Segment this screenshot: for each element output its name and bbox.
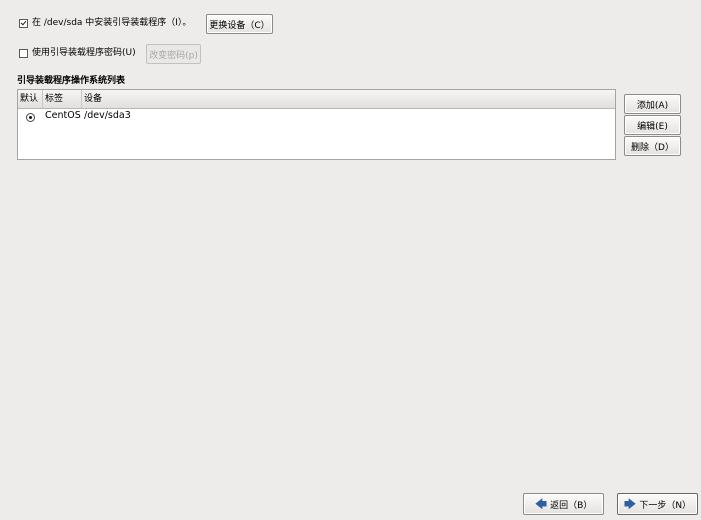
delete-button[interactable]: 删除（D） [624, 136, 681, 156]
os-list-title: 引导装载程序操作系统列表 [17, 76, 126, 86]
default-radio[interactable] [26, 113, 35, 122]
use-password-label[interactable]: 使用引导装载程序密码(U) [32, 47, 136, 59]
column-header-default[interactable]: 默认 [18, 90, 42, 108]
back-button[interactable]: 🡄 返回（B） [523, 493, 604, 515]
back-arrow-icon: 🡄 [534, 497, 548, 511]
os-device-cell: /dev/sda3 [84, 110, 131, 121]
column-header-label[interactable]: 标签 [42, 90, 81, 108]
os-list-header: 默认 标签 设备 [18, 90, 615, 109]
install-bootloader-label[interactable]: 在 /dev/sda 中安装引导装载程序（I）。 [32, 17, 191, 29]
next-button[interactable]: 🡆 下一步（N） [617, 493, 698, 515]
next-label: 下一步（N） [639, 500, 692, 511]
add-button[interactable]: 添加(A) [624, 94, 681, 114]
edit-button[interactable]: 编辑(E) [624, 115, 681, 135]
column-header-device[interactable]: 设备 [81, 90, 615, 108]
next-arrow-icon: 🡆 [623, 497, 637, 511]
bootloader-config-page: 在 /dev/sda 中安装引导装载程序（I）。 更换设备（C） 使用引导装载程… [0, 0, 701, 520]
change-device-button[interactable]: 更换设备（C） [206, 14, 273, 34]
os-label-cell: CentOS [45, 110, 81, 121]
install-bootloader-checkbox[interactable] [19, 19, 28, 28]
change-password-button[interactable]: 改变密码(p) [146, 44, 201, 64]
os-list[interactable]: 默认 标签 设备 CentOS /dev/sda3 [17, 89, 616, 160]
back-label: 返回（B） [550, 500, 593, 511]
use-password-checkbox[interactable] [19, 49, 28, 58]
